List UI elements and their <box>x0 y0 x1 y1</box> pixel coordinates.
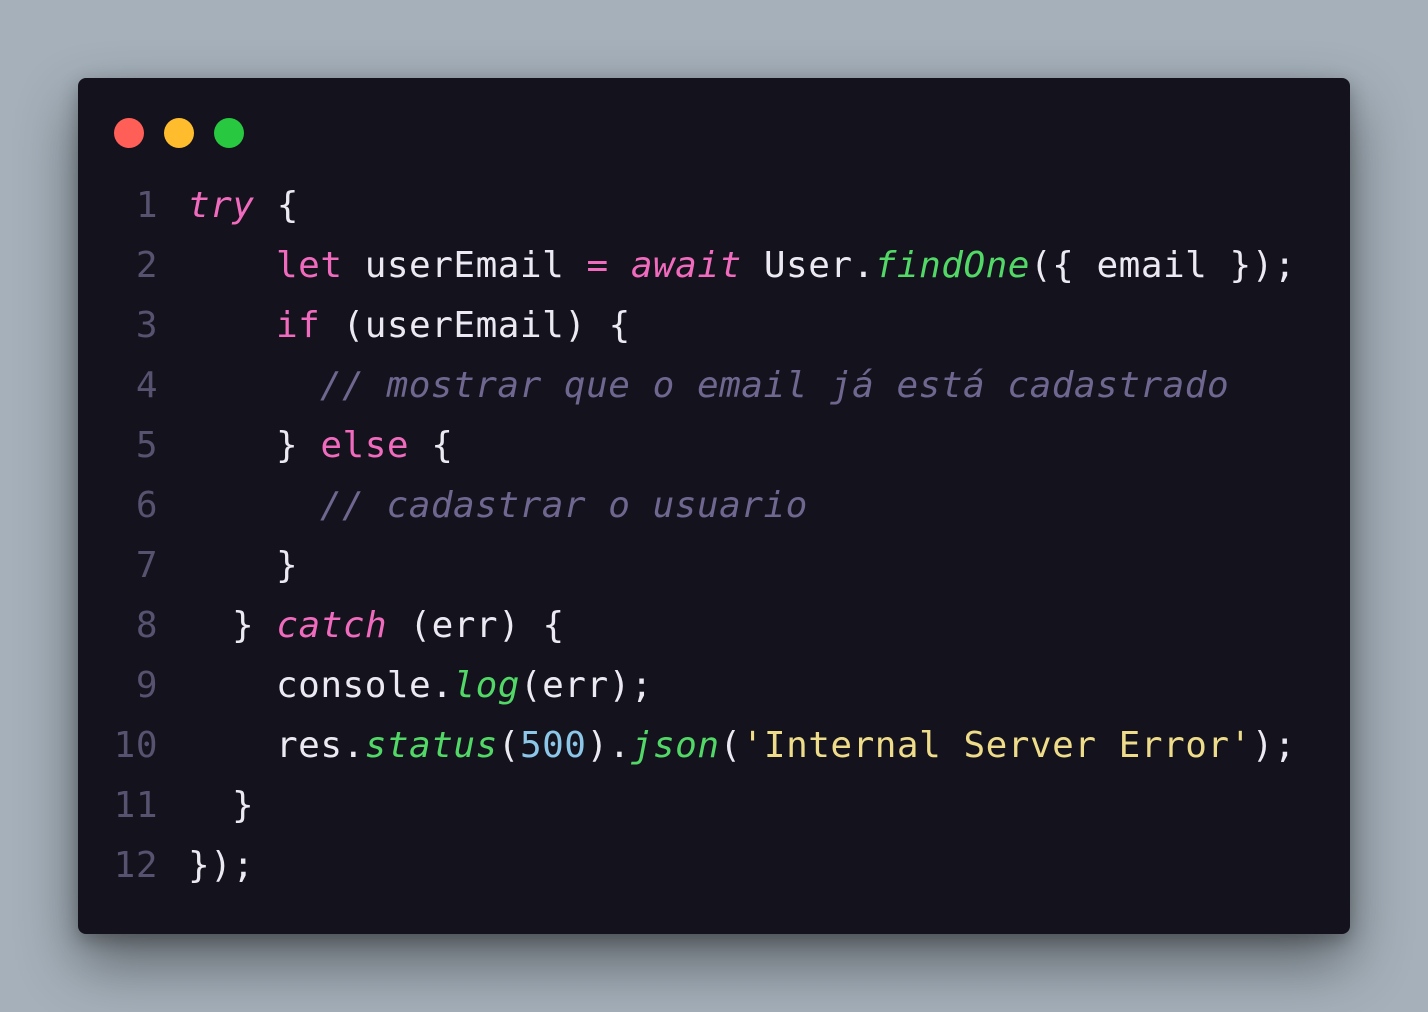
code-token: { <box>254 185 299 226</box>
code-token: } <box>276 425 321 466</box>
code-text: // cadastrar o usuario <box>320 476 808 536</box>
code-token: (userEmail) { <box>320 305 631 346</box>
keyword: catch <box>276 605 388 646</box>
line-number: 12 <box>113 845 158 886</box>
string-literal: 'Internal Server Error' <box>741 725 1252 766</box>
code-line: 11} <box>78 776 1350 836</box>
code-line: 8} catch (err) { <box>78 596 1350 656</box>
line-number: 2 <box>135 245 158 286</box>
line-number: 1 <box>135 185 158 226</box>
keyword: = <box>586 245 609 286</box>
code-token: res. <box>276 725 365 766</box>
code-text: if (userEmail) { <box>276 296 631 356</box>
code-text: } <box>232 776 254 836</box>
code-text: }); <box>188 836 255 896</box>
code-editor: 1 try {2 let userEmail = await User.findOn… <box>78 176 1350 896</box>
keyword: if <box>276 305 321 346</box>
code-token: { <box>409 425 454 466</box>
code-line: 1 try { <box>78 176 1350 236</box>
code-token: }); <box>188 845 255 886</box>
code-text: // mostrar que o email já está cadastrad… <box>320 356 1229 416</box>
code-token: console. <box>276 665 454 706</box>
code-text: } catch (err) { <box>232 596 565 656</box>
code-token: ( <box>719 725 742 766</box>
code-line: 7} <box>78 536 1350 596</box>
code-token: } <box>232 785 255 826</box>
comment: // mostrar que o email já está cadastrad… <box>320 365 1230 406</box>
code-token: ); <box>1251 725 1297 766</box>
code-token: } <box>276 545 299 586</box>
code-token: ({ email }); <box>1029 245 1297 286</box>
code-text: try { <box>188 176 299 236</box>
function-name: status <box>364 725 498 766</box>
code-token: (err); <box>519 665 653 706</box>
line-number: 9 <box>135 665 158 706</box>
code-token: userEmail <box>342 245 587 286</box>
line-number: 3 <box>135 305 158 346</box>
function-name: log <box>453 665 520 706</box>
maximize-button[interactable] <box>214 118 244 148</box>
code-line: 2 let userEmail = await User.findOne({ em… <box>78 236 1350 296</box>
line-number: 6 <box>135 485 158 526</box>
line-number: 8 <box>135 605 158 646</box>
code-line: 5} else { <box>78 416 1350 476</box>
code-text: res.status(500).json('Internal Server Er… <box>276 716 1296 776</box>
line-number: 7 <box>135 545 158 586</box>
minimize-button[interactable] <box>164 118 194 148</box>
code-token: ). <box>586 725 631 766</box>
line-number: 11 <box>113 785 158 826</box>
code-text: } <box>276 536 298 596</box>
code-token: ( <box>497 725 520 766</box>
function-name: findOne <box>874 245 1030 286</box>
code-line: 10 res.status(500).json('Internal Server … <box>78 716 1350 776</box>
code-line: 3 if (userEmail) { <box>78 296 1350 356</box>
code-token: (err) { <box>387 605 565 646</box>
comment: // cadastrar o usuario <box>320 485 808 526</box>
code-line: 9 console.log(err); <box>78 656 1350 716</box>
code-token: } <box>232 605 277 646</box>
code-line: 4 // mostrar que o email já está cadastra… <box>78 356 1350 416</box>
code-line: 12}); <box>78 836 1350 896</box>
line-number: 5 <box>135 425 158 466</box>
code-window: 1 try {2 let userEmail = await User.findOn… <box>78 78 1350 934</box>
code-text: } else { <box>276 416 453 476</box>
keyword: try <box>188 185 255 226</box>
line-number: 10 <box>113 725 158 766</box>
number-literal: 500 <box>519 725 587 766</box>
line-number: 4 <box>135 365 158 406</box>
code-token: User. <box>741 245 875 286</box>
close-button[interactable] <box>114 118 144 148</box>
code-line: 6 // cadastrar o usuario <box>78 476 1350 536</box>
keyword: await <box>630 245 742 286</box>
code-text: let userEmail = await User.findOne({ ema… <box>276 236 1296 296</box>
keyword: let <box>276 245 343 286</box>
code-text: console.log(err); <box>276 656 653 716</box>
function-name: json <box>630 725 720 766</box>
keyword: else <box>320 425 410 466</box>
